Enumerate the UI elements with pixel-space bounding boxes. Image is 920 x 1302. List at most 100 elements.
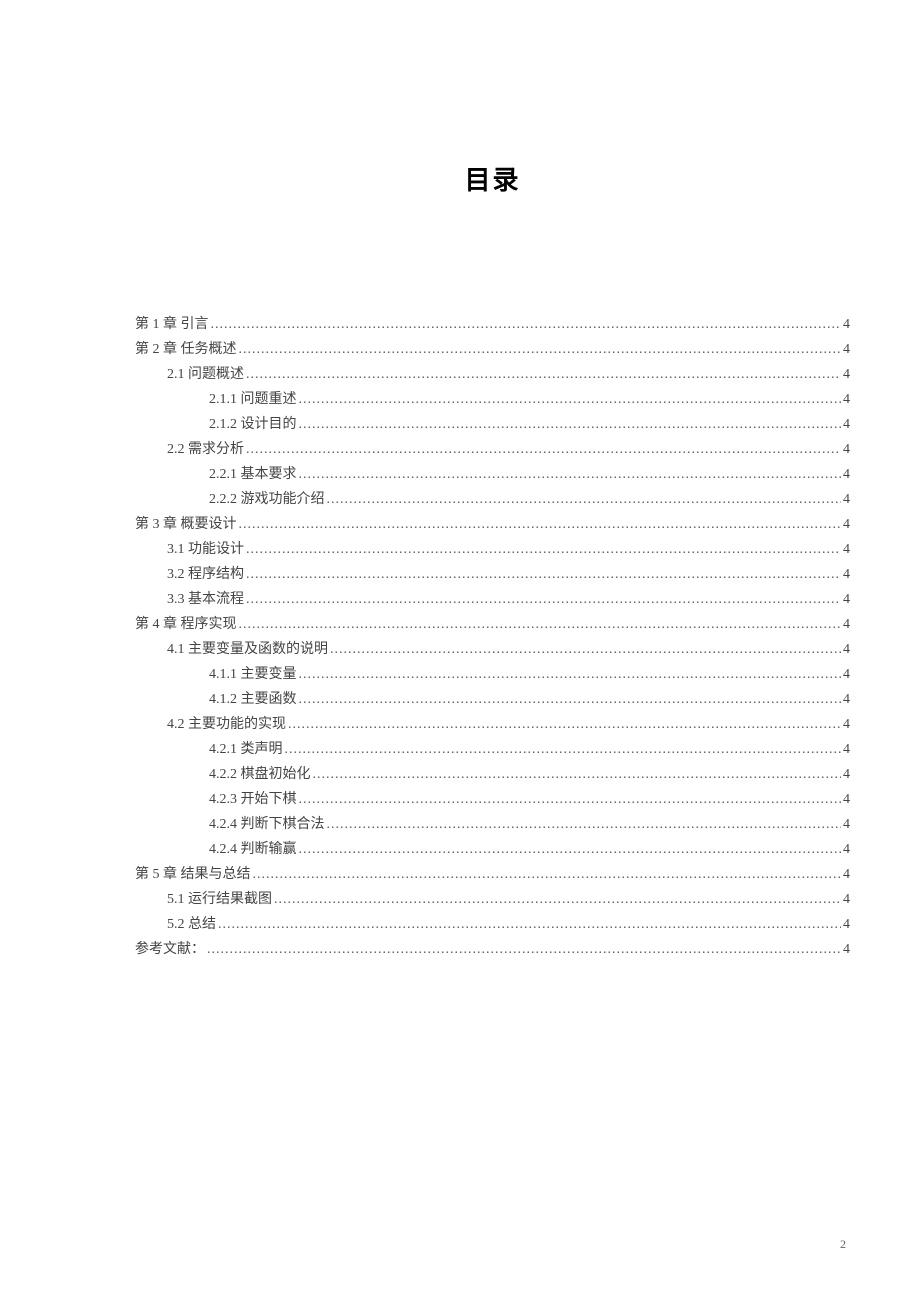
- toc-entry[interactable]: 4.2.1 类声明 4: [135, 737, 850, 762]
- toc-entry[interactable]: 第 2 章 任务概述 4: [135, 337, 850, 362]
- toc-leader-dots: [299, 787, 842, 812]
- toc-entry-page: 4: [843, 812, 850, 837]
- toc-entry-label: 4.2.4 判断下棋合法: [209, 812, 325, 837]
- toc-entry[interactable]: 3.3 基本流程 4: [135, 587, 850, 612]
- toc-entry-page: 4: [843, 387, 850, 412]
- toc-leader-dots: [253, 862, 842, 887]
- toc-entry[interactable]: 3.1 功能设计 4: [135, 537, 850, 562]
- toc-entry[interactable]: 2.1 问题概述4: [135, 362, 850, 387]
- toc-leader-dots: [299, 387, 842, 412]
- toc-entry-page: 4: [843, 462, 850, 487]
- toc-entry-label: 参考文献：: [135, 937, 205, 962]
- toc-leader-dots: [246, 437, 841, 462]
- toc-entry-page: 4: [843, 312, 850, 337]
- toc-leader-dots: [274, 887, 841, 912]
- toc-entry-page: 4: [843, 937, 850, 962]
- toc-entry[interactable]: 4.1.2 主要函数 4: [135, 687, 850, 712]
- toc-entry-label: 3.1 功能设计: [167, 537, 244, 562]
- toc-entry-label: 第 2 章 任务概述: [135, 337, 237, 362]
- toc-leader-dots: [207, 937, 841, 962]
- toc-leader-dots: [288, 712, 841, 737]
- toc-entry-page: 4: [843, 337, 850, 362]
- toc-entry-page: 4: [843, 862, 850, 887]
- toc-entry-page: 4: [843, 787, 850, 812]
- toc-leader-dots: [299, 837, 842, 862]
- toc-title: 目录: [135, 160, 850, 197]
- toc-entry[interactable]: 2.2.1 基本要求 4: [135, 462, 850, 487]
- toc-entry-label: 4.1 主要变量及函数的说明: [167, 637, 328, 662]
- toc-entry-label: 3.3 基本流程: [167, 587, 244, 612]
- toc-leader-dots: [246, 562, 841, 587]
- toc-entry[interactable]: 4.1 主要变量及函数的说明 4: [135, 637, 850, 662]
- toc-entry[interactable]: 4.2.4 判断下棋合法 4: [135, 812, 850, 837]
- toc-leader-dots: [285, 737, 842, 762]
- toc-entry[interactable]: 4.2.4 判断输赢 4: [135, 837, 850, 862]
- toc-entry[interactable]: 第 3 章 概要设计 4: [135, 512, 850, 537]
- toc-entry-page: 4: [843, 887, 850, 912]
- toc-entry-page: 4: [843, 512, 850, 537]
- toc-entry-page: 4: [843, 487, 850, 512]
- toc-entry-label: 第 3 章 概要设计: [135, 512, 237, 537]
- toc-entry[interactable]: 第 4 章 程序实现 4: [135, 612, 850, 637]
- toc-entry-label: 第 5 章 结果与总结: [135, 862, 251, 887]
- toc-entry[interactable]: 5.2 总结 4: [135, 912, 850, 937]
- toc-leader-dots: [313, 762, 842, 787]
- toc-entry[interactable]: 第 1 章 引言 4: [135, 312, 850, 337]
- toc-leader-dots: [218, 912, 841, 937]
- toc-entry-label: 4.2.4 判断输赢: [209, 837, 297, 862]
- toc-entry-page: 4: [843, 737, 850, 762]
- toc-leader-dots: [299, 687, 842, 712]
- toc-leader-dots: [211, 312, 842, 337]
- toc-leader-dots: [299, 412, 842, 437]
- toc-leader-dots: [239, 612, 842, 637]
- toc-entry-label: 4.2.3 开始下棋: [209, 787, 297, 812]
- toc-entry[interactable]: 2.1.2 设计目的 4: [135, 412, 850, 437]
- toc-entry-page: 4: [843, 437, 850, 462]
- toc-entry-label: 2.1.1 问题重述: [209, 387, 297, 412]
- toc-leader-dots: [330, 637, 841, 662]
- toc-leader-dots: [299, 662, 842, 687]
- toc-entry-page: 4: [843, 587, 850, 612]
- toc-entry[interactable]: 参考文献： 4: [135, 937, 850, 962]
- toc-entry-page: 4: [843, 712, 850, 737]
- toc-entry-page: 4: [843, 637, 850, 662]
- toc-entry-label: 4.2.1 类声明: [209, 737, 283, 762]
- toc-entry-label: 3.2 程序结构: [167, 562, 244, 587]
- toc-entry-label: 4.2 主要功能的实现: [167, 712, 286, 737]
- toc-entry-label: 2.2.1 基本要求: [209, 462, 297, 487]
- toc-entry[interactable]: 4.2 主要功能的实现 4: [135, 712, 850, 737]
- toc-entry[interactable]: 4.2.2 棋盘初始化 4: [135, 762, 850, 787]
- toc-entry[interactable]: 4.2.3 开始下棋 4: [135, 787, 850, 812]
- toc-leader-dots: [327, 487, 842, 512]
- toc-entry[interactable]: 5.1 运行结果截图 4: [135, 887, 850, 912]
- toc-entry-label: 2.1.2 设计目的: [209, 412, 297, 437]
- toc-entry[interactable]: 第 5 章 结果与总结 4: [135, 862, 850, 887]
- toc-entry[interactable]: 2.2.2 游戏功能介绍 4: [135, 487, 850, 512]
- toc-leader-dots: [239, 512, 842, 537]
- toc-leader-dots: [246, 587, 841, 612]
- toc-entry[interactable]: 4.1.1 主要变量4: [135, 662, 850, 687]
- toc-entry-label: 2.2.2 游戏功能介绍: [209, 487, 325, 512]
- toc-entry[interactable]: 2.1.1 问题重述 4: [135, 387, 850, 412]
- toc-entry[interactable]: 2.2 需求分析 4: [135, 437, 850, 462]
- toc-entry-label: 2.2 需求分析: [167, 437, 244, 462]
- toc-entry-page: 4: [843, 912, 850, 937]
- toc-entry-page: 4: [843, 537, 850, 562]
- toc-entry-page: 4: [843, 562, 850, 587]
- toc-entry-label: 4.2.2 棋盘初始化: [209, 762, 311, 787]
- toc-entry-label: 5.2 总结: [167, 912, 216, 937]
- toc-entry[interactable]: 3.2 程序结构 4: [135, 562, 850, 587]
- toc-entry-page: 4: [843, 612, 850, 637]
- toc-entry-page: 4: [843, 362, 850, 387]
- table-of-contents: 第 1 章 引言4第 2 章 任务概述42.1 问题概述42.1.1 问题重述4…: [135, 312, 850, 962]
- toc-entry-label: 第 4 章 程序实现: [135, 612, 237, 637]
- toc-entry-label: 4.1.2 主要函数: [209, 687, 297, 712]
- toc-entry-label: 第 1 章 引言: [135, 312, 209, 337]
- toc-entry-page: 4: [843, 762, 850, 787]
- toc-leader-dots: [299, 462, 842, 487]
- toc-entry-page: 4: [843, 687, 850, 712]
- toc-entry-page: 4: [843, 412, 850, 437]
- toc-entry-label: 5.1 运行结果截图: [167, 887, 272, 912]
- page-number: 2: [840, 1237, 846, 1252]
- toc-entry-page: 4: [843, 837, 850, 862]
